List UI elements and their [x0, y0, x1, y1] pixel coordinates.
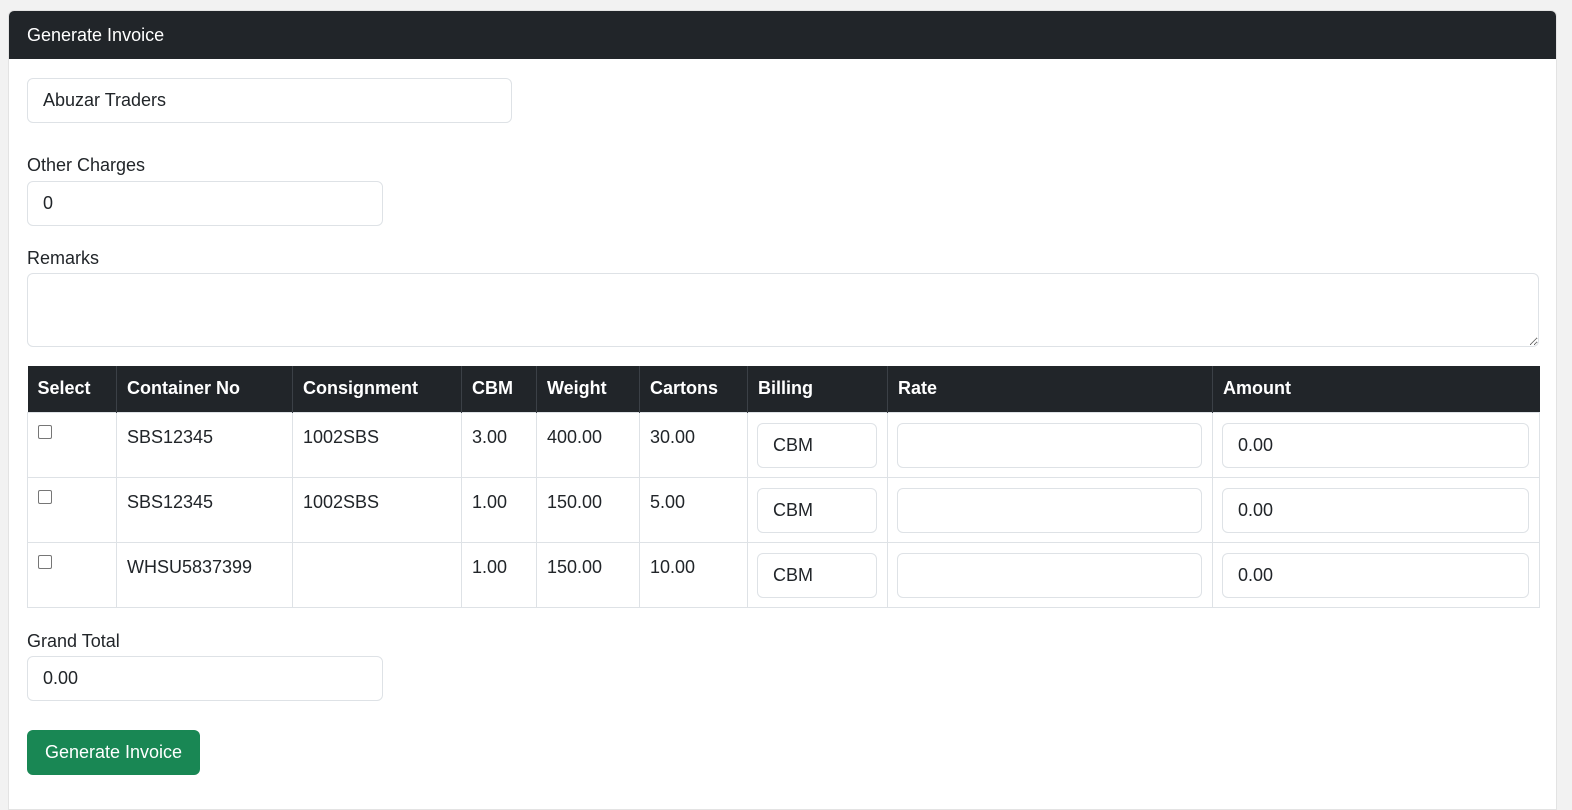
col-header-consignment: Consignment	[292, 366, 462, 412]
cell-weight: 400.00	[536, 411, 640, 478]
generate-invoice-button[interactable]: Generate Invoice	[27, 730, 200, 775]
card-header-title: Generate Invoice	[9, 11, 1556, 59]
table-row: WHSU5837399 1.00 150.00 10.00	[27, 541, 1540, 608]
cell-cbm: 1.00	[461, 476, 537, 543]
cell-cbm: 1.00	[461, 541, 537, 608]
cell-container-no: SBS12345	[116, 411, 293, 478]
col-header-amount: Amount	[1212, 366, 1540, 412]
amount-input[interactable]	[1222, 422, 1529, 468]
customer-input[interactable]	[27, 78, 512, 123]
remarks-textarea[interactable]	[27, 273, 1539, 347]
invoice-card: Generate Invoice Other Charges Remarks S…	[8, 10, 1557, 810]
cell-consignment: 1002SBS	[292, 411, 462, 478]
billing-input[interactable]	[757, 422, 877, 468]
cell-consignment	[292, 541, 462, 608]
col-header-cbm: CBM	[461, 366, 537, 412]
grand-total-label: Grand Total	[27, 631, 120, 651]
cell-cartons: 30.00	[639, 411, 748, 478]
rate-input[interactable]	[897, 552, 1202, 598]
col-header-weight: Weight	[536, 366, 640, 412]
remarks-label: Remarks	[27, 248, 100, 268]
col-header-rate: Rate	[887, 366, 1213, 412]
table-row: SBS12345 1002SBS 3.00 400.00 30.00	[27, 411, 1540, 478]
cell-cartons: 5.00	[639, 476, 748, 543]
col-header-container-no: Container No	[116, 366, 293, 412]
cell-container-no: WHSU5837399	[116, 541, 293, 608]
other-charges-label: Other Charges	[27, 155, 146, 175]
grand-total-input[interactable]	[27, 656, 383, 701]
amount-input[interactable]	[1222, 487, 1529, 533]
cell-cbm: 3.00	[461, 411, 537, 478]
other-charges-input[interactable]	[27, 181, 383, 226]
cell-weight: 150.00	[536, 476, 640, 543]
table-header-row: Select Container No Consignment CBM Weig…	[27, 366, 1540, 412]
cell-consignment: 1002SBS	[292, 476, 462, 543]
cell-weight: 150.00	[536, 541, 640, 608]
row-select-checkbox[interactable]	[38, 489, 52, 504]
row-select-checkbox[interactable]	[38, 424, 52, 439]
col-header-billing: Billing	[747, 366, 888, 412]
col-header-select: Select	[27, 366, 117, 412]
table-row: SBS12345 1002SBS 1.00 150.00 5.00	[27, 476, 1540, 543]
containers-table: Select Container No Consignment CBM Weig…	[27, 366, 1540, 608]
cell-container-no: SBS12345	[116, 476, 293, 543]
rate-input[interactable]	[897, 422, 1202, 468]
col-header-cartons: Cartons	[639, 366, 748, 412]
rate-input[interactable]	[897, 487, 1202, 533]
row-select-checkbox[interactable]	[38, 554, 52, 569]
amount-input[interactable]	[1222, 552, 1529, 598]
billing-input[interactable]	[757, 552, 877, 598]
cell-cartons: 10.00	[639, 541, 748, 608]
billing-input[interactable]	[757, 487, 877, 533]
